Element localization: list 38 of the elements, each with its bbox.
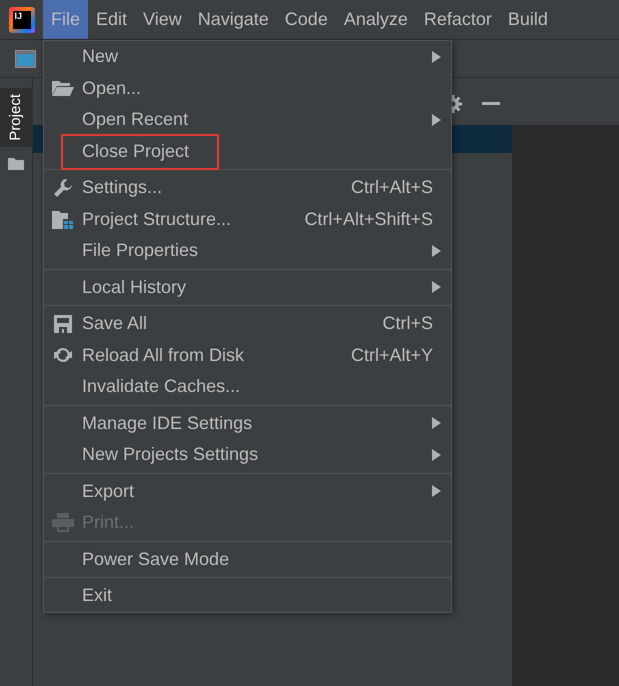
menu-item[interactable]: Local History [44,272,451,303]
printer-icon [52,513,74,532]
shortcut-text: Ctrl+Alt+Shift+S [304,208,433,231]
menu-item[interactable]: Project Structure... Ctrl+Alt+Shift+S [44,204,451,235]
folder-icon [8,156,24,170]
minimize-icon[interactable] [482,102,500,106]
project-structure-icon [52,210,74,229]
menu-item[interactable]: Open Recent [44,104,451,136]
menu-item[interactable]: Open... [44,72,451,104]
menu-item[interactable]: Export [44,476,451,507]
menu-item[interactable]: Close Project [44,136,451,167]
shortcut-text: Ctrl+Alt+Y [350,344,433,367]
menu-item[interactable]: Save All Ctrl+S [44,308,451,340]
reload-icon [54,346,72,364]
menu-bar-item[interactable]: Edit [88,0,136,39]
menu-item[interactable]: Power Save Mode [44,544,451,575]
shortcut-text: Ctrl+Alt+S [350,176,433,200]
menu-bar-item[interactable]: Build [500,0,556,39]
menu-bar-item[interactable]: View [135,0,190,39]
window-icon[interactable] [15,50,36,68]
shortcut-text: Ctrl+S [382,312,433,336]
menu-item[interactable]: Settings... Ctrl+Alt+S [44,172,451,204]
wrench-icon [53,178,73,198]
menu-bar-item[interactable]: Code [276,0,336,39]
menu-item[interactable]: Manage IDE Settings [44,408,451,439]
open-folder-icon [52,80,74,96]
menu-item[interactable]: File Properties [44,235,451,266]
menu-bar-item[interactable]: Refactor [416,0,500,39]
menu-item[interactable]: Exit [44,580,451,612]
menu-bar-item[interactable]: Navigate [190,0,277,39]
menu-item[interactable]: New Projects Settings [44,439,451,470]
menu-item[interactable]: New [44,41,451,72]
menu-bar-item[interactable]: Analyze [336,0,416,39]
save-icon [54,314,72,333]
menu-item[interactable]: Invalidate Caches... [44,371,451,402]
logo-text: IJ [14,12,22,20]
project-tab[interactable]: Project [0,88,32,147]
menu-item[interactable]: Reload All from Disk Ctrl+Alt+Y [44,340,451,371]
